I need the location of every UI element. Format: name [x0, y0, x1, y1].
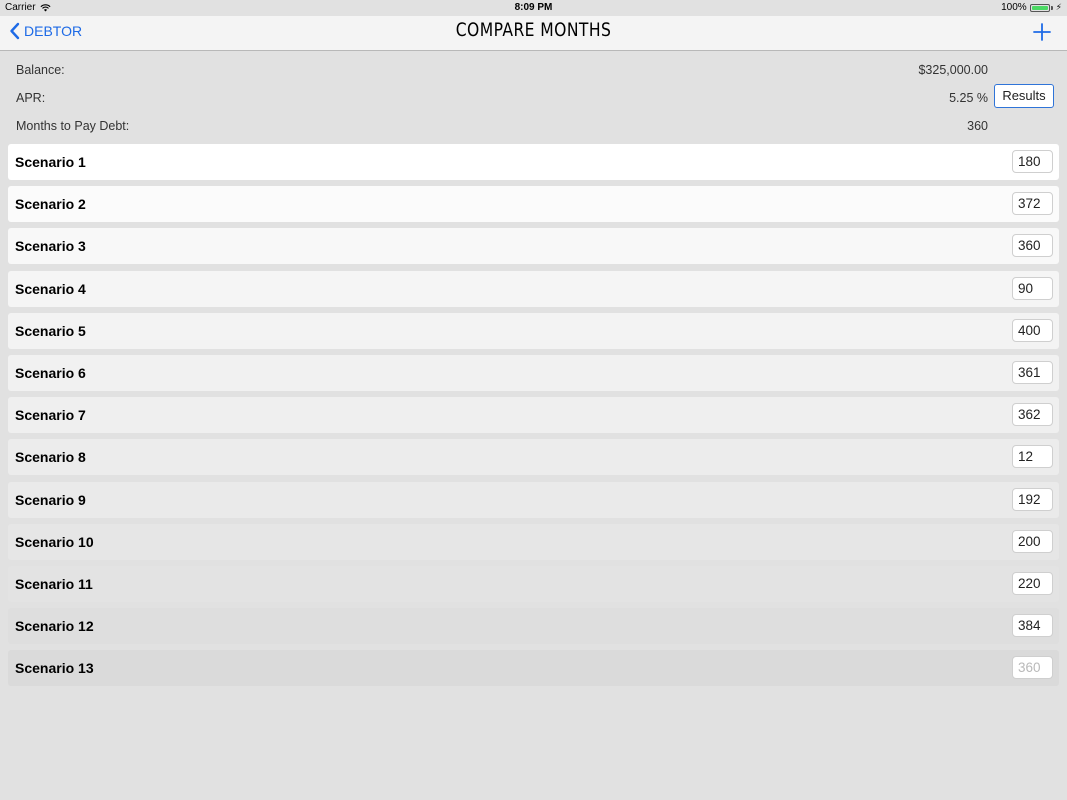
back-label: DEBTOR	[24, 23, 83, 39]
scenario-label: Scenario 2	[15, 196, 86, 213]
scenario-row[interactable]: Scenario 1 180	[8, 144, 1059, 180]
scenario-label: Scenario 3	[15, 238, 86, 255]
scenario-label: Scenario 6	[15, 365, 86, 381]
plus-icon[interactable]	[1031, 21, 1053, 43]
months-input[interactable]: 180	[1012, 150, 1053, 173]
months-label: Months to Pay Debt:	[16, 119, 130, 133]
scenario-label: Scenario 11	[15, 576, 93, 592]
months-input[interactable]: 220	[1012, 572, 1053, 595]
months-input[interactable]: 400	[1012, 318, 1053, 342]
scenario-row[interactable]: Scenario 9 192	[8, 481, 1059, 518]
battery-status: 100% ⚡	[1001, 2, 1062, 13]
scenario-label: Scenario 10	[15, 533, 94, 550]
scenario-label: Scenario 7	[15, 407, 86, 424]
scenario-label: Scenario 1	[15, 154, 86, 170]
balance-label: Balance:	[16, 63, 65, 77]
scenario-label: Scenario 13	[15, 660, 94, 677]
apr-row: APR: 5.25 %	[16, 82, 1067, 110]
scenario-row[interactable]: Scenario 8 12	[8, 439, 1059, 476]
scenario-row[interactable]: Scenario 2 372	[8, 186, 1059, 223]
charging-bolt-icon: ⚡	[1055, 2, 1062, 12]
page-title: COMPARE MONTHS	[455, 19, 612, 41]
battery-percent: 100%	[1001, 2, 1027, 13]
balance-row: Balance: $325,000.00	[16, 54, 1067, 82]
debt-summary: Balance: $325,000.00 APR: 5.25 % Months …	[0, 51, 1067, 144]
scenario-row[interactable]: Scenario 4 90	[8, 270, 1059, 307]
scenario-row[interactable]: Scenario 5 400	[8, 312, 1059, 349]
months-value: 360	[967, 119, 988, 133]
scenario-row[interactable]: Scenario 6 361	[8, 355, 1059, 391]
scenario-label: Scenario 5	[15, 322, 86, 339]
months-input[interactable]: 372	[1012, 192, 1053, 216]
months-input[interactable]: 192	[1012, 487, 1053, 511]
battery-cap	[1050, 5, 1053, 10]
scenario-label: Scenario 4	[15, 280, 86, 297]
navigation-bar: DEBTOR COMPARE MONTHS	[0, 16, 1067, 51]
clock: 8:09 PM	[514, 2, 553, 13]
months-input[interactable]: 361	[1012, 361, 1053, 384]
scenario-label: Scenario 9	[15, 491, 86, 508]
months-input[interactable]: 90	[1012, 276, 1053, 300]
status-bar: Carrier 8:09 PM 100% ⚡	[0, 0, 1067, 16]
months-input[interactable]: 12	[1012, 445, 1053, 469]
scenario-label: Scenario 8	[15, 449, 86, 466]
scenario-row[interactable]: Scenario 13 360	[8, 650, 1059, 687]
chevron-left-icon	[10, 22, 20, 40]
months-input[interactable]: 362	[1012, 403, 1053, 427]
battery-icon	[1029, 3, 1050, 12]
scenario-row[interactable]: Scenario 7 362	[8, 397, 1059, 434]
scenario-row[interactable]: Scenario 12 384	[8, 608, 1059, 645]
back-button[interactable]: DEBTOR	[9, 22, 82, 40]
scenario-row[interactable]: Scenario 11 220	[8, 566, 1059, 602]
balance-value: $325,000.00	[918, 63, 988, 77]
months-input[interactable]: 384	[1012, 614, 1053, 638]
months-input[interactable]: 360	[1012, 656, 1053, 680]
months-input[interactable]: 200	[1012, 529, 1053, 553]
months-input[interactable]: 360	[1012, 234, 1053, 258]
scenario-row[interactable]: Scenario 10 200	[8, 523, 1059, 560]
apr-value: 5.25 %	[949, 91, 988, 105]
months-row: Months to Pay Debt: 360	[16, 110, 1067, 138]
scenario-row[interactable]: Scenario 3 360	[8, 228, 1059, 265]
scenario-label: Scenario 12	[15, 618, 94, 635]
apr-label: APR:	[16, 91, 46, 105]
results-button[interactable]: Results	[994, 84, 1054, 108]
